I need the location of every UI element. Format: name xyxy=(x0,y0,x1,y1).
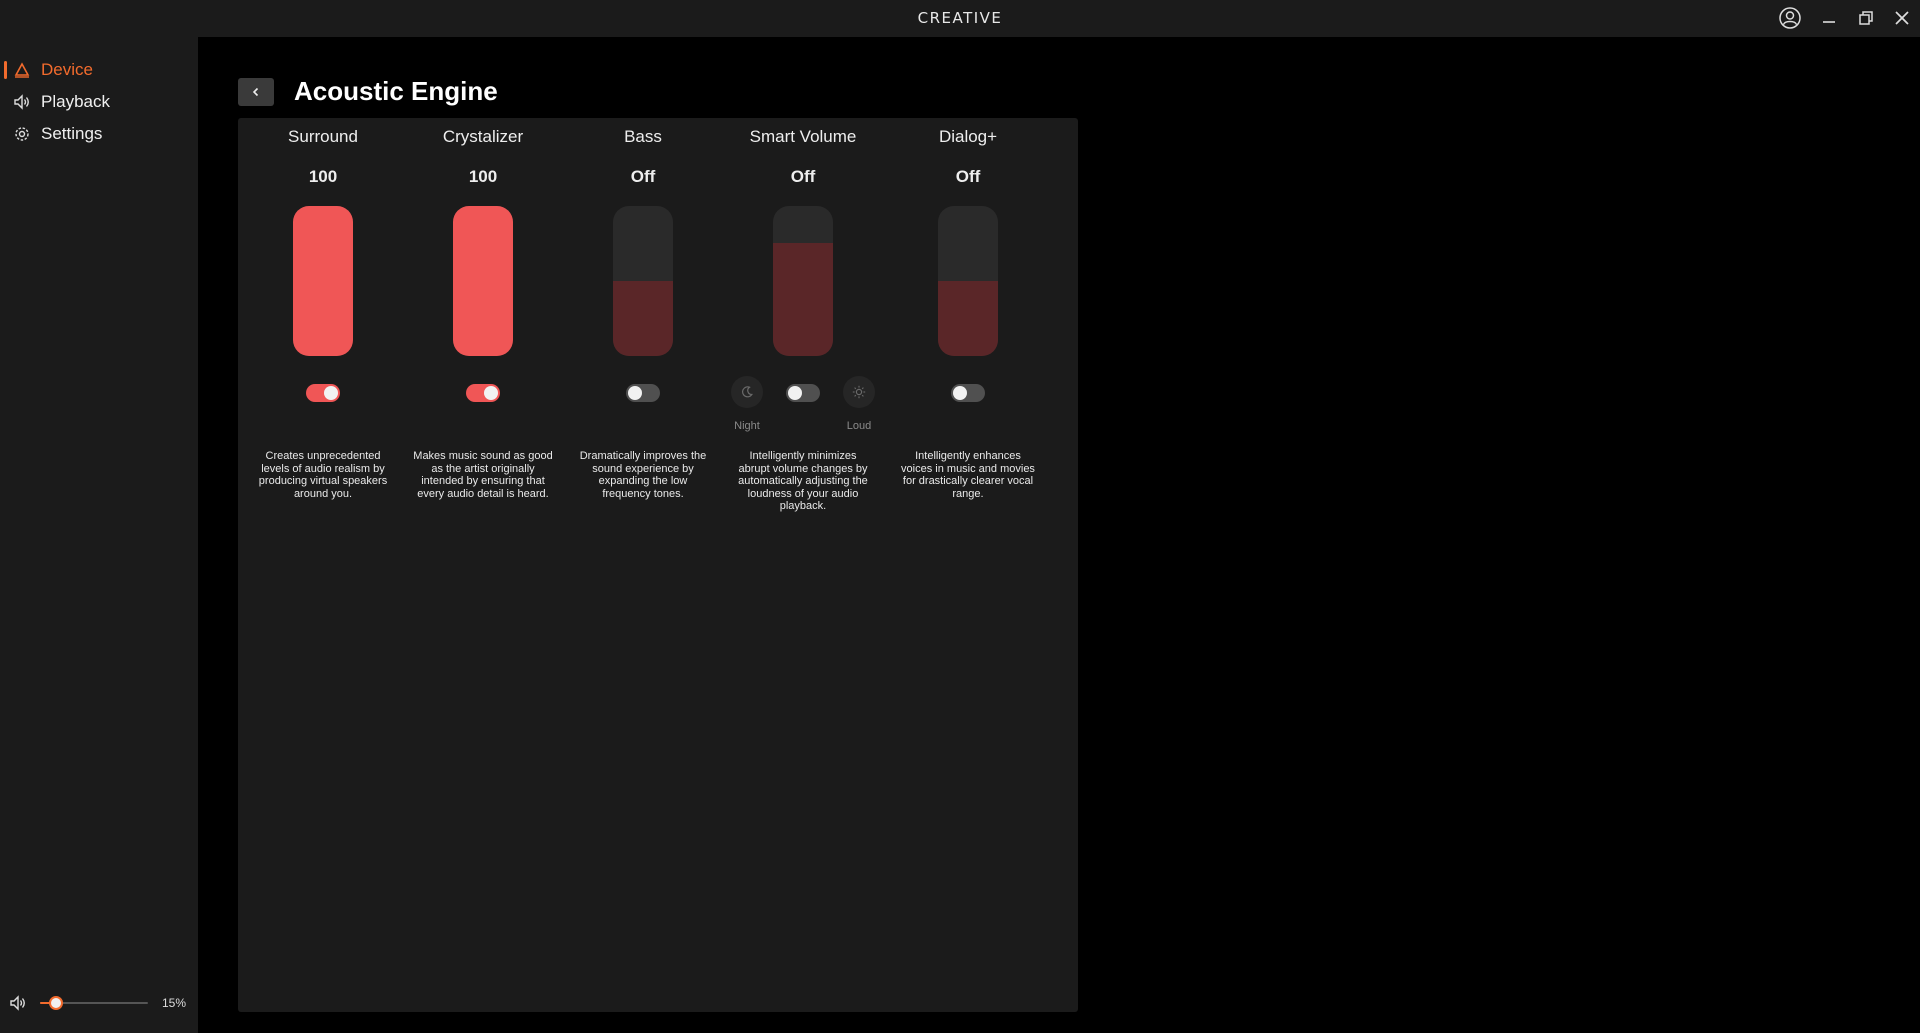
slider-fill xyxy=(613,281,673,356)
crystalizer-toggle[interactable] xyxy=(466,384,500,402)
loud-mode-button[interactable] xyxy=(843,376,875,408)
effect-description: Intelligently minimizes abrupt volume ch… xyxy=(738,450,868,512)
toggle-knob xyxy=(484,386,498,400)
effect-description: Creates unprecedented levels of audio re… xyxy=(258,450,388,500)
restore-button[interactable] xyxy=(1853,6,1879,30)
sun-icon xyxy=(852,385,866,399)
effect-value: Off xyxy=(955,167,981,186)
surround-slider[interactable] xyxy=(293,206,353,356)
effect-name: Surround xyxy=(288,127,358,146)
master-volume: 15% xyxy=(0,991,198,1015)
effect-value: 100 xyxy=(308,167,338,186)
sidebar-item-label: Settings xyxy=(41,124,103,143)
volume-slider[interactable] xyxy=(40,996,148,1010)
effect-description: Makes music sound as good as the artist … xyxy=(413,450,553,500)
back-button[interactable] xyxy=(238,78,274,106)
moon-icon xyxy=(742,386,753,398)
effect-name: Crystalizer xyxy=(442,127,524,146)
effect-name: Bass xyxy=(624,127,662,146)
gear-icon xyxy=(13,125,31,143)
effect-value: Off xyxy=(790,167,816,186)
toggle-knob xyxy=(953,386,967,400)
effect-value: 100 xyxy=(468,167,498,186)
device-icon xyxy=(13,61,31,79)
sidebar-item-label: Device xyxy=(41,60,93,79)
slider-fill xyxy=(773,243,833,356)
sidebar-item-settings[interactable]: Settings xyxy=(0,119,198,149)
brand-logo: CREATIVE xyxy=(917,9,1003,27)
dialog-plus-slider[interactable] xyxy=(938,206,998,356)
loud-label: Loud xyxy=(846,420,872,432)
account-button[interactable] xyxy=(1777,6,1803,30)
slider-fill xyxy=(938,281,998,356)
minimize-icon xyxy=(1823,21,1835,23)
sidebar: Device Playback Settings 15% xyxy=(0,37,198,1033)
toggle-knob xyxy=(324,386,338,400)
smart-volume-slider[interactable] xyxy=(773,206,833,356)
toggle-knob xyxy=(788,386,802,400)
effect-name: Smart Volume xyxy=(749,127,857,146)
sidebar-item-label: Playback xyxy=(41,92,110,111)
effect-description: Intelligently enhances voices in music a… xyxy=(901,450,1035,500)
restore-icon xyxy=(1859,11,1873,25)
night-label: Night xyxy=(734,420,760,432)
sidebar-item-playback[interactable]: Playback xyxy=(0,87,198,117)
dialog-plus-toggle[interactable] xyxy=(951,384,985,402)
minimize-button[interactable] xyxy=(1816,6,1842,30)
surround-toggle[interactable] xyxy=(306,384,340,402)
user-icon xyxy=(1779,7,1801,29)
bass-slider[interactable] xyxy=(613,206,673,356)
title-bar: CREATIVE xyxy=(0,0,1920,37)
effect-value: Off xyxy=(630,167,656,186)
close-button[interactable] xyxy=(1889,6,1915,30)
volume-value: 15% xyxy=(162,996,187,1010)
effect-name: Dialog+ xyxy=(938,127,998,146)
effect-description: Dramatically improves the sound experien… xyxy=(579,450,707,500)
bass-toggle[interactable] xyxy=(626,384,660,402)
chevron-left-icon xyxy=(252,87,259,97)
volume-slider-thumb[interactable] xyxy=(49,996,63,1010)
night-mode-button[interactable] xyxy=(731,376,763,408)
toggle-knob xyxy=(628,386,642,400)
speaker-icon xyxy=(13,93,31,111)
sidebar-item-device[interactable]: Device xyxy=(0,55,198,85)
page-title: Acoustic Engine xyxy=(294,76,498,106)
speaker-icon[interactable] xyxy=(9,994,27,1012)
slider-fill xyxy=(293,206,353,356)
acoustic-engine-panel: Surround 100 Creates unprecedented level… xyxy=(238,118,1078,1012)
close-icon xyxy=(1895,11,1909,25)
smart-volume-toggle[interactable] xyxy=(786,384,820,402)
slider-fill xyxy=(453,206,513,356)
crystalizer-slider[interactable] xyxy=(453,206,513,356)
